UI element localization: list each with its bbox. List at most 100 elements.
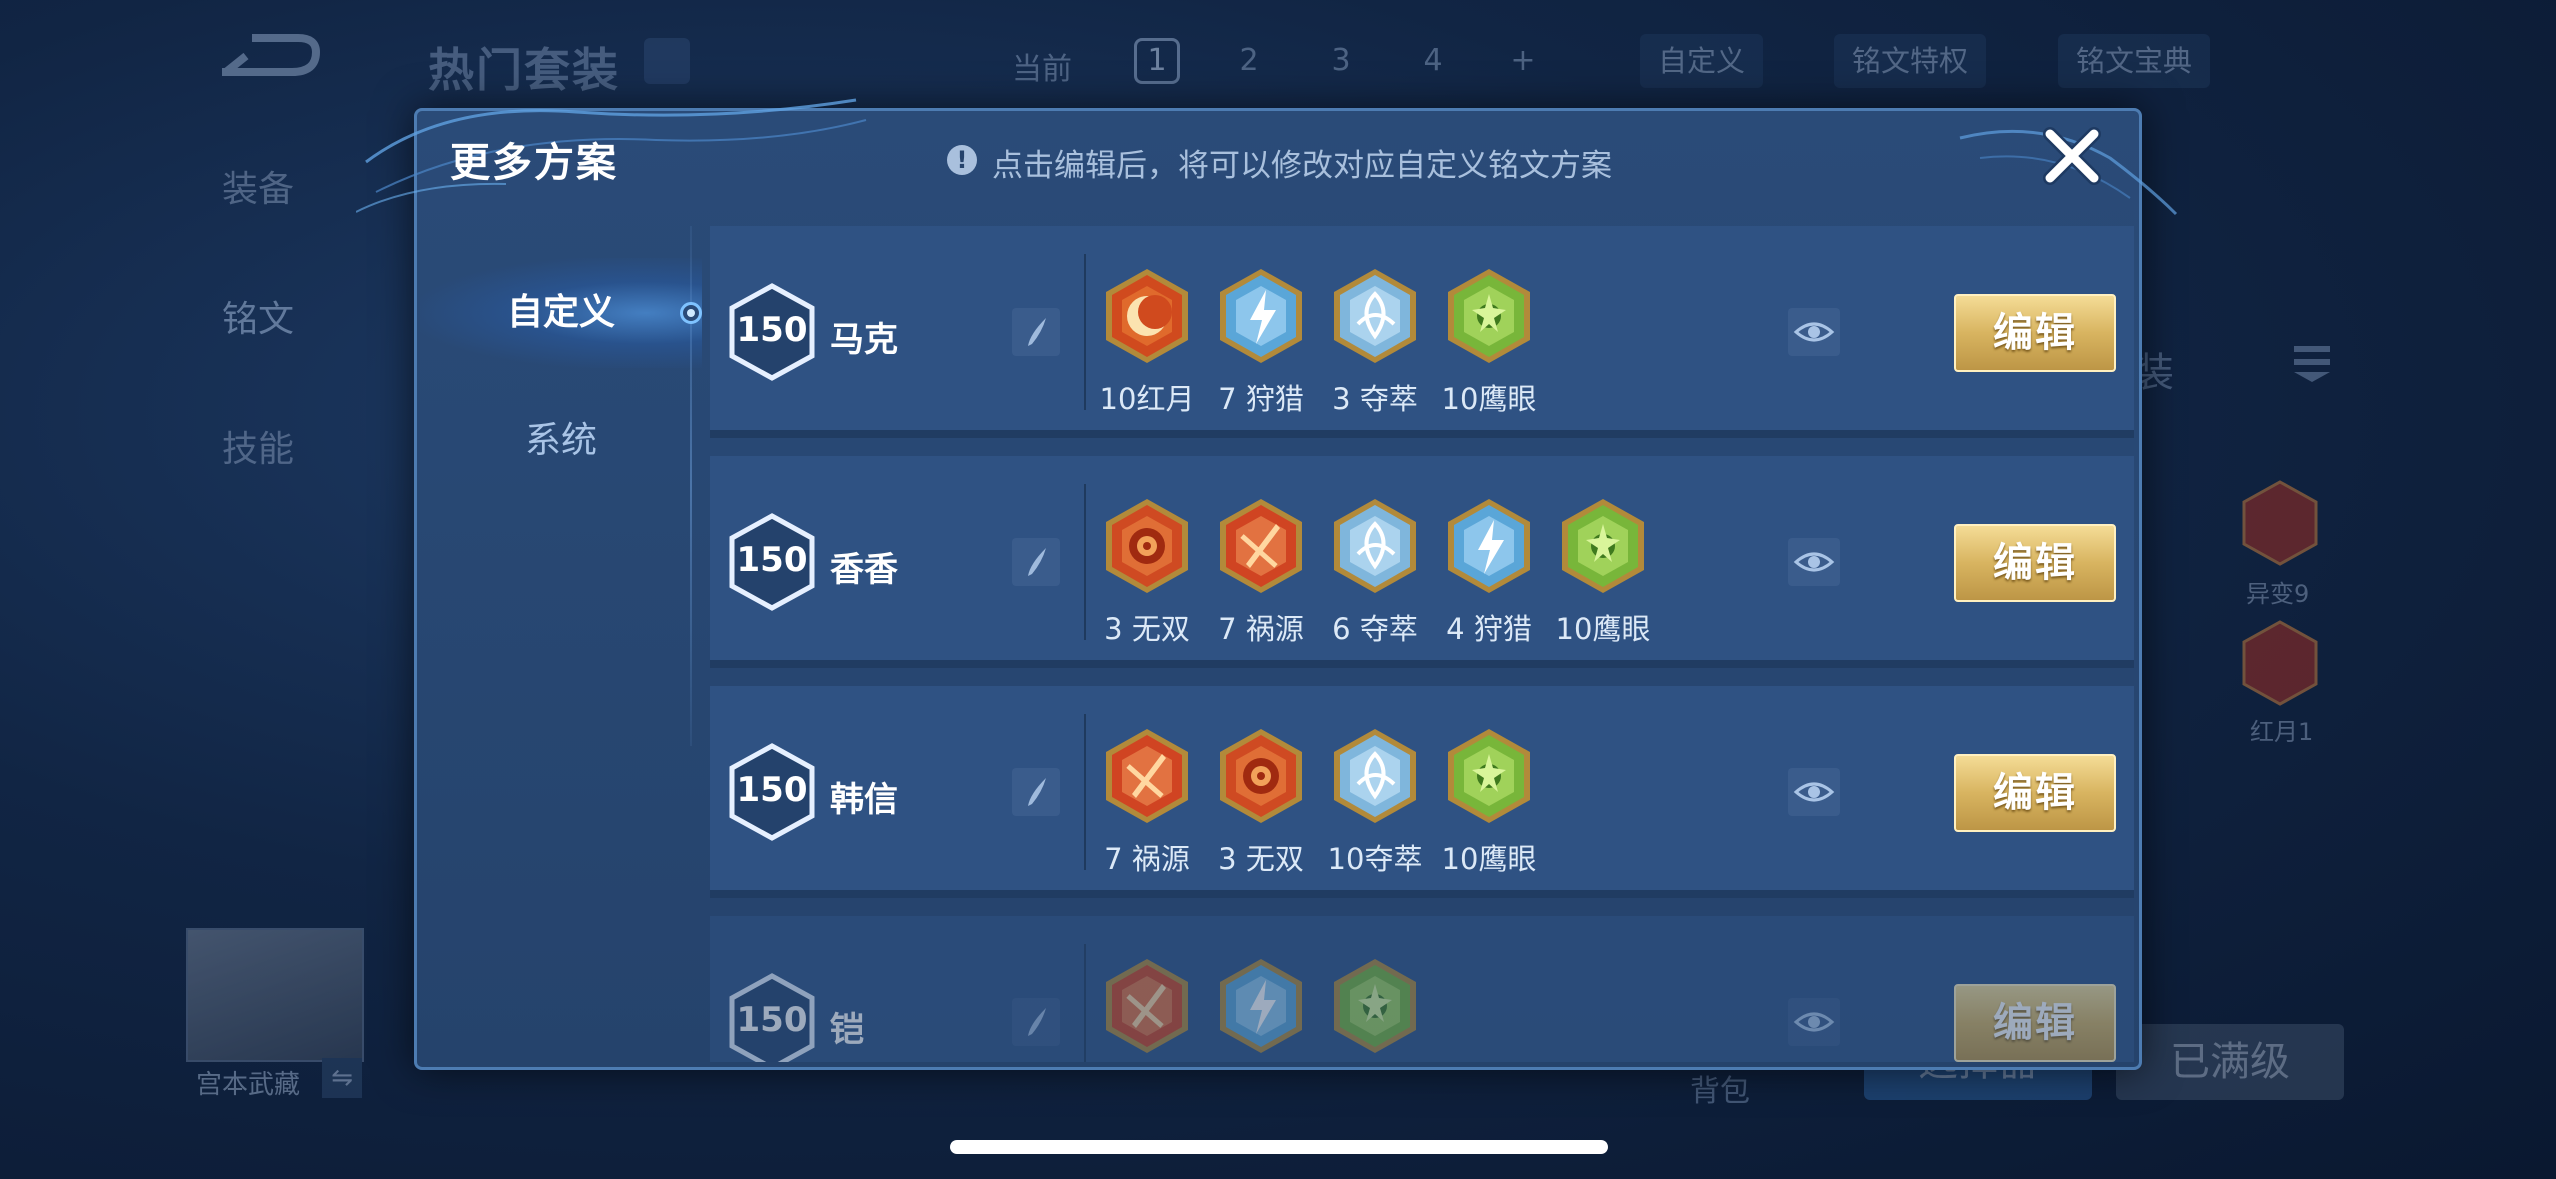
back-arrow-icon[interactable]: [212, 30, 322, 90]
bag-label[interactable]: 背包: [1690, 1066, 1750, 1110]
rune-hawkeye-icon[interactable]: [1558, 496, 1648, 596]
rune-hawkeye-icon[interactable]: [1444, 266, 1534, 366]
eye-icon: [1793, 552, 1835, 572]
page-tab-4[interactable]: 4: [1410, 38, 1456, 84]
rune-label: 红月1: [2250, 718, 2314, 746]
current-label: 当前: [1012, 52, 1072, 87]
plan-list[interactable]: 150 马克 10红月 7 狩猎 3 夺萃 10鹰眼 编辑 150 香香 3 无双 7 祸源 6 夺萃…: [710, 226, 2134, 1062]
home-indicator[interactable]: [950, 1140, 1608, 1154]
hero-name-label: 宫本武藏: [196, 1070, 301, 1100]
plan-row: 150 马克 10红月 7 狩猎 3 夺萃 10鹰眼 编辑: [710, 226, 2134, 438]
hero-avatar[interactable]: [186, 928, 364, 1062]
hint-text: 点击编辑后，将可以修改对应自定义铭文方案: [992, 148, 1612, 184]
rune-hawkeye-icon[interactable]: [1330, 956, 1420, 1056]
rune-count-label: 10夺萃: [1327, 842, 1423, 876]
plan-hero-name: 韩信: [830, 780, 898, 820]
rune-label: 异变9: [2246, 580, 2310, 608]
page-tab-3[interactable]: 3: [1318, 38, 1364, 84]
rune-calamity-icon[interactable]: [1216, 496, 1306, 596]
plan-tabs: 自定义 系统: [420, 226, 702, 656]
pen-icon: [1028, 548, 1046, 576]
close-icon[interactable]: [2040, 124, 2104, 188]
eye-icon: [1793, 782, 1835, 802]
rune-level: 150: [736, 310, 808, 350]
rune-count-label: 10鹰眼: [1555, 612, 1651, 646]
rune-level: 150: [736, 540, 808, 580]
preview-button[interactable]: [1788, 768, 1840, 816]
preview-button[interactable]: [1788, 998, 1840, 1046]
rune-seize-icon[interactable]: [1330, 496, 1420, 596]
rune-icon[interactable]: [2240, 620, 2320, 706]
menu-icon[interactable]: [2290, 340, 2334, 384]
rune-privilege-button[interactable]: 铭文特权: [1834, 34, 1987, 88]
page-tab-1[interactable]: 1: [1134, 38, 1180, 84]
eye-icon: [1793, 1012, 1835, 1032]
rune-count-label: 3 无双: [1218, 842, 1304, 876]
plan-row: 150 韩信 7 祸源 3 无双 10夺萃 10鹰眼 编辑: [710, 686, 2134, 898]
plan-row: 150 香香 3 无双 7 祸源 6 夺萃 4 狩猎 10鹰眼 编辑: [710, 456, 2134, 668]
rune-level: 150: [736, 770, 808, 810]
pen-icon: [1028, 318, 1046, 346]
row-divider: [1084, 944, 1086, 1062]
hot-sets-title: 热门套装: [428, 43, 620, 97]
exclamation-icon: !: [947, 145, 977, 175]
rune-seize-icon[interactable]: [1330, 266, 1420, 366]
eye-icon: [1793, 322, 1835, 342]
plan-hero-name: 铠: [830, 1010, 864, 1050]
row-divider: [1084, 714, 1086, 870]
rune-icon[interactable]: [2240, 480, 2320, 566]
rune-calamity-icon[interactable]: [1102, 956, 1192, 1056]
rune-hunt-icon[interactable]: [1216, 266, 1306, 366]
swap-icon[interactable]: ⇋: [322, 1058, 362, 1098]
rename-button[interactable]: [1012, 998, 1060, 1046]
rename-button[interactable]: [1012, 768, 1060, 816]
edit-button[interactable]: 编辑: [1954, 984, 2116, 1062]
rune-codex-button[interactable]: 铭文宝典: [2058, 34, 2211, 88]
rune-count-label: 10鹰眼: [1441, 382, 1537, 416]
plan-hero-name: 马克: [830, 320, 898, 360]
page-tab-add[interactable]: +: [1500, 38, 1546, 84]
rune-hunt-icon[interactable]: [1444, 496, 1534, 596]
grid-icon[interactable]: [644, 38, 690, 84]
selected-tab-indicator: [680, 302, 702, 324]
rune-count-label: 7 祸源: [1218, 612, 1304, 646]
preview-button[interactable]: [1788, 308, 1840, 356]
rune-count-label: 4 狩猎: [1446, 612, 1532, 646]
plan-hero-name: 香香: [830, 550, 898, 590]
menu-equipment[interactable]: 装备: [222, 160, 294, 212]
edit-button[interactable]: 编辑: [1954, 294, 2116, 372]
rune-peerless-icon[interactable]: [1102, 496, 1192, 596]
rune-hunt-icon[interactable]: [1216, 956, 1306, 1056]
row-divider: [1084, 484, 1086, 640]
maxed-button: 已满级: [2116, 1024, 2344, 1100]
rune-count-label: 10红月: [1099, 382, 1195, 416]
plan-row: 150 铠 编辑: [710, 916, 2134, 1062]
menu-runes[interactable]: 铭文: [222, 290, 294, 342]
rune-peerless-icon[interactable]: [1216, 726, 1306, 826]
rune-seize-icon[interactable]: [1330, 726, 1420, 826]
rune-calamity-icon[interactable]: [1102, 726, 1192, 826]
rune-level: 150: [736, 1000, 808, 1040]
rune-hawkeye-icon[interactable]: [1444, 726, 1534, 826]
rename-button[interactable]: [1012, 538, 1060, 586]
custom-button[interactable]: 自定义: [1640, 34, 1764, 88]
rename-button[interactable]: [1012, 308, 1060, 356]
rune-count-label: 7 狩猎: [1218, 382, 1304, 416]
rune-count-label: 7 祸源: [1104, 842, 1190, 876]
row-divider: [1084, 254, 1086, 410]
tab-system[interactable]: 系统: [420, 386, 702, 496]
dialog-title: 更多方案: [450, 140, 618, 186]
rune-count-label: 10鹰眼: [1441, 842, 1537, 876]
rune-count-label: 3 无双: [1104, 612, 1190, 646]
tab-custom[interactable]: 自定义: [420, 258, 702, 368]
edit-button[interactable]: 编辑: [1954, 524, 2116, 602]
pen-icon: [1028, 778, 1046, 806]
edit-button[interactable]: 编辑: [1954, 754, 2116, 832]
preview-button[interactable]: [1788, 538, 1840, 586]
page-tab-2[interactable]: 2: [1226, 38, 1272, 84]
rune-red-moon-icon[interactable]: [1102, 266, 1192, 366]
rune-count-label: 3 夺萃: [1332, 382, 1418, 416]
pen-icon: [1028, 1008, 1046, 1036]
rune-count-label: 6 夺萃: [1332, 612, 1418, 646]
menu-skills[interactable]: 技能: [222, 420, 294, 472]
